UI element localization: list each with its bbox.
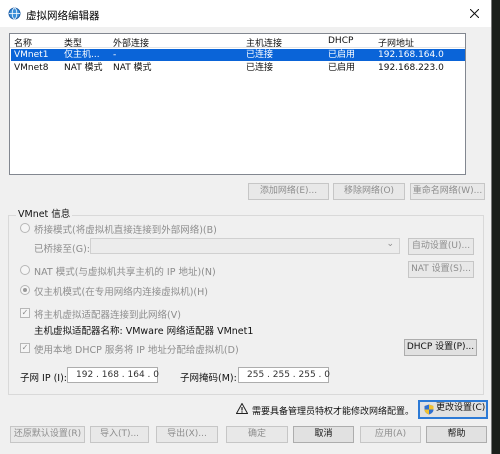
window-title: 虚拟网络编辑器 [26,10,100,22]
export-button[interactable]: 导出(X)... [156,426,218,443]
cell-name: VMnet8 [14,63,49,73]
change-settings-button[interactable]: 更改设置(C) [418,400,488,419]
change-settings-label: 更改设置(C) [436,403,486,413]
nat-settings-button[interactable]: NAT 设置(S)... [408,261,474,278]
cell-dhcp: 已启用 [328,63,356,73]
cell-host: 已连接 [246,63,274,73]
dhcp-settings-button[interactable]: DHCP 设置(P)... [404,339,477,356]
virtual-network-editor-window: 虚拟网络编辑器 名称 类型 外部连接 主机连接 DHCP 子网地址 VMnet1… [0,0,492,454]
cell-name: VMnet1 [14,50,49,60]
header-divider [10,47,465,48]
auto-settings-button[interactable]: 自动设置(U)... [408,238,474,255]
subnet-ip-label: 子网 IP (I): [20,373,67,384]
cell-external: NAT 模式 [113,63,152,73]
close-icon[interactable] [470,9,479,18]
chevron-down-icon: ⌄ [386,239,394,249]
bridge-to-label: 已桥接至(G): [34,244,90,255]
cell-type: 仅主机... [64,50,100,60]
cell-host: 已连接 [246,50,274,60]
vmnet-info-label: VMnet 信息 [16,206,73,220]
bridge-mode-label[interactable]: 桥接模式(将虚拟机直接连接到外部网络)(B) [34,222,217,236]
apply-button[interactable]: 应用(A) [360,426,421,443]
network-globe-icon [8,7,21,20]
table-row[interactable]: VMnet8 NAT 模式 NAT 模式 已连接 已启用 192.168.223… [11,62,465,74]
connect-adapter-checkbox[interactable]: ✓ [20,308,30,318]
host-only-mode-radio[interactable] [20,285,30,295]
cell-type: NAT 模式 [64,63,103,73]
add-network-button[interactable]: 添加网络(E)... [248,183,329,200]
subnet-mask-label: 子网掩码(M): [180,373,237,384]
dhcp-local-checkbox[interactable]: ✓ [20,343,30,353]
shield-icon [424,404,434,415]
cell-dhcp: 已启用 [328,50,356,60]
restore-defaults-button[interactable]: 还原默认设置(R) [10,426,85,443]
table-row[interactable]: VMnet1 仅主机... - 已连接 已启用 192.168.164.0 [11,49,465,61]
cell-subnet: 192.168.164.0 [378,50,444,60]
connect-adapter-label[interactable]: 将主机虚拟适配器连接到此网络(V) [34,307,181,321]
nat-mode-radio[interactable] [20,265,30,275]
remove-network-button[interactable]: 移除网络(O) [333,183,405,200]
host-only-mode-label[interactable]: 仅主机模式(在专用网络内连接虚拟机)(H) [34,284,208,298]
cell-external: - [113,50,117,60]
adapter-name-text: 主机虚拟适配器名称: VMware 网络适配器 VMnet1 [34,326,254,337]
cancel-button[interactable]: 取消 [293,426,354,443]
warning-icon [236,403,248,414]
cell-subnet: 192.168.223.0 [378,63,444,73]
column-header-dhcp[interactable]: DHCP [328,36,353,46]
bridge-mode-radio[interactable] [20,223,30,233]
subnet-mask-field[interactable]: 255 . 255 . 255 . 0 [238,367,330,383]
subnet-ip-field[interactable]: 192 . 168 . 164 . 0 [67,367,159,383]
network-table[interactable]: 名称 类型 外部连接 主机连接 DHCP 子网地址 VMnet1 仅主机... … [9,33,466,175]
title-bar: 虚拟网络编辑器 [0,0,491,27]
nat-mode-label[interactable]: NAT 模式(与虚拟机共享主机的 IP 地址)(N) [34,264,216,278]
admin-notice-text: 需要具备管理员特权才能修改网络配置。 [252,407,415,417]
rename-network-button[interactable]: 重命名网络(W)... [410,183,485,200]
ok-button[interactable]: 确定 [226,426,288,443]
bridge-to-select[interactable]: ⌄ [90,238,400,254]
import-button[interactable]: 导入(T)... [90,426,149,443]
help-button[interactable]: 帮助 [426,426,487,443]
dhcp-local-label[interactable]: 使用本地 DHCP 服务将 IP 地址分配给虚拟机(D) [34,342,239,356]
